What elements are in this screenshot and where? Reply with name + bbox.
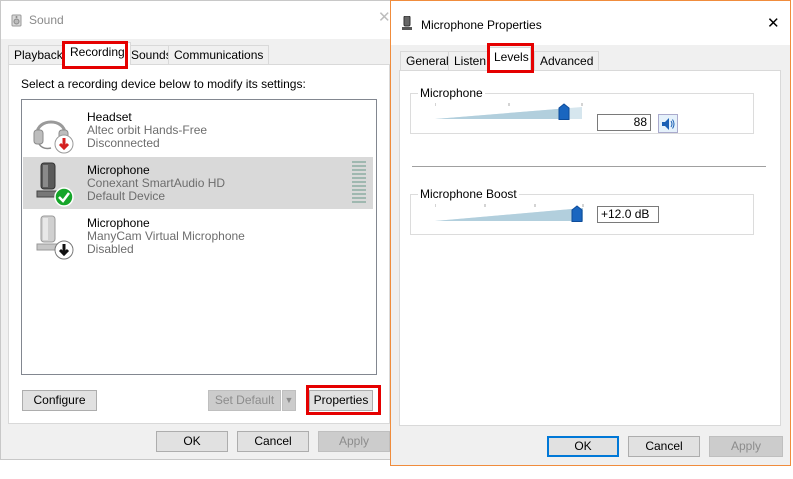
level-meter — [352, 161, 366, 203]
green-check-badge — [54, 187, 74, 207]
microphone-icon — [402, 16, 412, 30]
sound-window: Sound ✕ Playback Recording Sounds Commun… — [0, 0, 396, 460]
mic-title-bar[interactable]: Microphone Properties ✕ — [391, 1, 790, 45]
ok-button[interactable]: OK — [156, 431, 228, 452]
close-icon[interactable]: ✕ — [767, 16, 781, 32]
speaker-icon — [662, 118, 675, 130]
recording-panel: Select a recording device below to modif… — [8, 64, 390, 424]
instruction-text: Select a recording device below to modif… — [21, 77, 306, 91]
tab-advanced[interactable]: Advanced — [534, 51, 600, 71]
properties-button[interactable]: Properties — [309, 390, 373, 411]
microphone-level-slider[interactable] — [435, 102, 583, 120]
tab-recording[interactable]: Recording — [64, 42, 131, 65]
apply-button[interactable]: Apply — [709, 436, 783, 457]
device-name: Headset — [87, 110, 132, 124]
device-item-microphone-manycam[interactable]: Microphone ManyCam Virtual Microphone Di… — [23, 210, 373, 262]
configure-button[interactable]: Configure — [22, 390, 97, 411]
tab-general[interactable]: General — [400, 51, 455, 71]
device-item-headset[interactable]: Headset Altec orbit Hands-Free Disconnec… — [23, 104, 373, 156]
chevron-down-icon: ▼ — [284, 395, 294, 405]
device-list[interactable]: Headset Altec orbit Hands-Free Disconnec… — [21, 99, 377, 375]
device-name: Microphone — [87, 216, 150, 230]
sound-title-bar[interactable]: Sound ✕ — [1, 1, 395, 39]
microphone-level-label: Microphone — [418, 86, 485, 100]
black-down-arrow-badge — [54, 240, 74, 260]
red-down-arrow-badge — [54, 134, 74, 154]
separator — [412, 166, 766, 167]
levels-panel: Microphone 88 Microphone Boost +12.0 dB — [399, 70, 781, 426]
microphone-boost-label: Microphone Boost — [418, 187, 519, 201]
microphone-boost-group: Microphone Boost +12.0 dB — [410, 187, 754, 235]
microphone-level-group: Microphone 88 — [410, 86, 754, 134]
device-description: ManyCam Virtual Microphone — [87, 229, 245, 243]
tab-playback[interactable]: Playback — [8, 45, 69, 65]
headset-icon — [33, 120, 74, 154]
cancel-button[interactable]: Cancel — [628, 436, 700, 457]
microphone-boost-slider[interactable] — [435, 203, 595, 223]
device-status: Disabled — [87, 242, 134, 256]
device-description: Conexant SmartAudio HD — [87, 176, 226, 190]
ok-button[interactable]: OK — [547, 436, 619, 457]
device-item-microphone-conexant[interactable]: Microphone Conexant SmartAudio HD Defaul… — [23, 157, 373, 209]
device-name: Microphone — [87, 163, 150, 177]
tab-listen[interactable]: Listen — [448, 51, 493, 71]
device-status: Disconnected — [87, 136, 160, 150]
tab-levels[interactable]: Levels — [488, 47, 531, 70]
device-status: Default Device — [87, 189, 166, 203]
device-description: Altec orbit Hands-Free — [87, 123, 208, 137]
mic-window-title: Microphone Properties — [421, 18, 542, 32]
microphone-icon — [36, 215, 74, 260]
microphone-level-value[interactable]: 88 — [597, 114, 651, 131]
set-default-dropdown[interactable]: ▼ — [282, 390, 296, 411]
set-default-button[interactable]: Set Default — [208, 390, 281, 411]
microphone-boost-value[interactable]: +12.0 dB — [597, 206, 659, 223]
apply-button[interactable]: Apply — [318, 431, 390, 452]
mute-toggle-button[interactable] — [658, 114, 678, 133]
sound-window-title: Sound — [29, 13, 64, 27]
microphone-icon — [36, 162, 74, 207]
microphone-properties-window: Microphone Properties ✕ General Listen L… — [390, 0, 791, 466]
cancel-button[interactable]: Cancel — [237, 431, 309, 452]
speaker-icon — [11, 14, 22, 27]
tab-communications[interactable]: Communications — [168, 45, 270, 65]
